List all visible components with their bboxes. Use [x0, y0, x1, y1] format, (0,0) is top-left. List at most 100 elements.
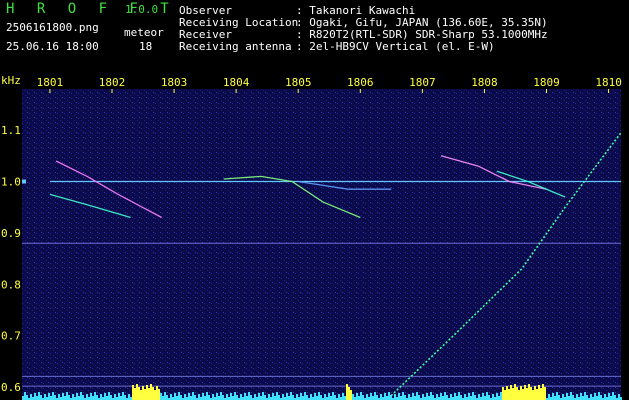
noise-floor-bar [320, 395, 322, 400]
noise-floor-bar [208, 395, 210, 400]
noise-floor-bar [492, 394, 494, 400]
x-tick-label-1808: 1808 [471, 76, 498, 89]
noise-floor-bar [82, 395, 84, 400]
noise-floor-bar [328, 393, 330, 400]
noise-floor-bar [566, 393, 568, 400]
noise-floor-bar [94, 392, 96, 400]
noise-floor-bar [104, 393, 106, 400]
noise-floor-bar [356, 393, 358, 400]
noise-floor-bar [262, 392, 264, 400]
meteor-label: meteor [124, 26, 164, 39]
noise-floor-bar [454, 393, 456, 400]
noise-floor-bar [394, 394, 396, 400]
noise-floor-bar [400, 396, 402, 400]
noise-floor-bar [416, 392, 418, 400]
carrier-marker [22, 179, 26, 184]
noise-floor-bar [388, 392, 390, 400]
noise-floor-bar [248, 392, 250, 400]
noise-floor-bar [554, 396, 556, 400]
noise-floor-bar [276, 392, 278, 400]
noise-floor-bar [22, 396, 24, 400]
noise-floor-bar [188, 393, 190, 400]
noise-floor-bar [232, 396, 234, 400]
noise-floor-bar [154, 390, 156, 400]
noise-floor-bar [58, 394, 60, 400]
noise-floor-bar [318, 392, 320, 400]
noise-floor-bar [352, 394, 354, 400]
noise-floor-bar [206, 392, 208, 400]
noise-floor-bar [64, 396, 66, 400]
noise-floor-bar [366, 394, 368, 400]
noise-floor-bar [124, 395, 126, 400]
info-value-antenna: : 2el-HB9CV Vertical (el. E-W) [296, 40, 495, 53]
noise-floor-bar [474, 395, 476, 400]
noise-floor-bar [414, 396, 416, 400]
noise-floor-bar [174, 393, 176, 400]
noise-floor-bar [114, 394, 116, 400]
noise-floor-bar [468, 393, 470, 400]
noise-floor-bar [590, 394, 592, 400]
x-tick-label-1810: 1810 [595, 76, 622, 89]
noise-floor-bar [192, 392, 194, 400]
capture-datetime: 25.06.16 18:00 [6, 40, 99, 53]
noise-floor-bar [444, 392, 446, 400]
noise-floor-bar [274, 396, 276, 400]
noise-floor-bar [236, 395, 238, 400]
noise-floor-bar [534, 386, 536, 400]
noise-floor-bar [418, 395, 420, 400]
noise-floor-bar [338, 394, 340, 400]
noise-floor-bar [150, 384, 152, 400]
noise-floor-bar [272, 393, 274, 400]
noise-floor-bar [288, 396, 290, 400]
noise-floor-bar [350, 390, 352, 400]
noise-floor-bar [428, 396, 430, 400]
noise-floor-bar [532, 390, 534, 400]
app-version: 1.0.0 [125, 3, 159, 16]
noise-floor-bar [436, 394, 438, 400]
noise-floor-bar [140, 390, 142, 400]
noise-floor-bar [96, 395, 98, 400]
noise-floor-bar [144, 389, 146, 400]
noise-floor-bar [496, 393, 498, 400]
noise-floor-bar [286, 393, 288, 400]
noise-floor-bar [520, 386, 522, 400]
noise-floor-bar [458, 392, 460, 400]
noise-floor-bar [562, 394, 564, 400]
noise-floor-bar [386, 396, 388, 400]
noise-floor-bar [296, 394, 298, 400]
noise-floor-bar [572, 395, 574, 400]
noise-floor-bar [176, 396, 178, 400]
noise-floor-bar [52, 392, 54, 400]
noise-floor-bar [92, 396, 94, 400]
noise-floor-bar [542, 384, 544, 400]
noise-floor-bar [162, 396, 164, 400]
meteor-count: 18 [139, 40, 153, 53]
noise-floor-bar [464, 394, 466, 400]
noise-floor-bar [488, 395, 490, 400]
noise-floor-bar [76, 393, 78, 400]
x-tick-label-1806: 1806 [347, 76, 374, 89]
noise-floor-bar [608, 393, 610, 400]
noise-floor-bar [360, 392, 362, 400]
noise-floor-bar [268, 394, 270, 400]
noise-floor-bar [160, 393, 162, 400]
noise-floor-bar [538, 385, 540, 400]
y-tick-label-1.0: 1.0 [1, 176, 21, 189]
noise-floor-bar [128, 394, 130, 400]
noise-floor-bar [472, 392, 474, 400]
noise-floor-bar [556, 392, 558, 400]
noise-floor-bar [390, 395, 392, 400]
noise-floor-bar [358, 396, 360, 400]
noise-floor-bar [180, 395, 182, 400]
noise-floor-bar [292, 395, 294, 400]
noise-floor-bar [384, 393, 386, 400]
noise-floor-bar [342, 393, 344, 400]
header-panel: H R O F F T 1.0.0 2506161800.png meteor … [0, 0, 629, 72]
noise-floor-bar [610, 396, 612, 400]
noise-floor-bar [216, 393, 218, 400]
noise-floor-bar [604, 394, 606, 400]
noise-floor-bar [240, 394, 242, 400]
file-name: 2506161800.png [6, 21, 99, 34]
noise-floor-bar [504, 390, 506, 400]
noise-floor-bar [398, 393, 400, 400]
